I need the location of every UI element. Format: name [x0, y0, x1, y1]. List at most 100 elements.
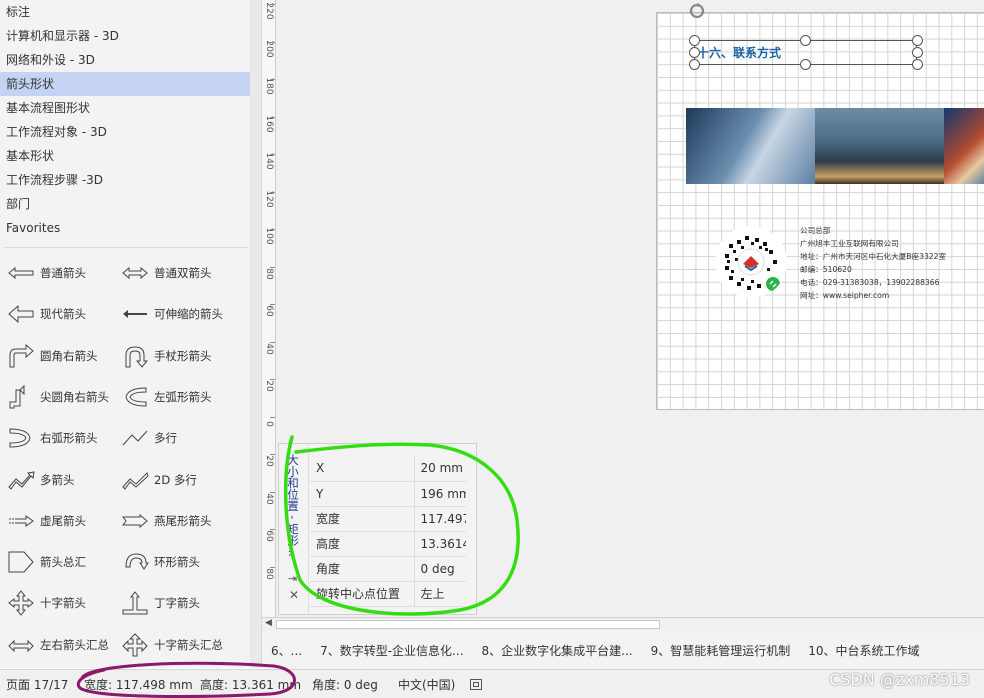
status-angle[interactable]: 角度: 0 deg — [312, 676, 398, 693]
property-value[interactable]: 117.497 — [413, 506, 466, 532]
stencil-category[interactable]: 网络和外设 - 3D — [0, 48, 250, 72]
close-icon[interactable]: ✕ — [289, 588, 299, 602]
shape-flexible-arrow[interactable]: 可伸缩的箭头 — [120, 295, 223, 333]
shape-label: 右弧形箭头 — [40, 431, 98, 446]
shape-simple-arrow[interactable]: 普通箭头 — [6, 254, 86, 292]
shape-dashed-tail-arrow[interactable]: 虚尾箭头 — [6, 502, 86, 540]
selection-handle[interactable] — [689, 35, 700, 46]
shape-modern-arrow[interactable]: 现代箭头 — [6, 295, 86, 333]
shape-double-arrow[interactable]: 普通双箭头 — [120, 254, 212, 292]
shape-multi-arrow[interactable]: 多箭头 — [6, 461, 75, 499]
property-value[interactable]: 0 deg — [413, 556, 466, 582]
page-tab[interactable]: 7、数字转型-企业信息化... — [311, 642, 472, 659]
shape-rounded-right-arrow[interactable]: 圆角右箭头 — [6, 337, 98, 375]
page-tab[interactable]: 6、... — [262, 642, 311, 659]
ruler-tick-label: 80 — [264, 567, 274, 580]
shape-cross-arrow-summary[interactable]: 十字箭头汇总 — [120, 626, 223, 664]
shape-right-arc-arrow[interactable]: 右弧形箭头 — [6, 419, 98, 457]
rotate-handle-icon[interactable] — [687, 1, 707, 21]
drawing-page[interactable]: 十六、联系方式 公司总部 广州旭丰工业互联网有限公司 地址：广州市天河区中石化大… — [656, 3, 984, 410]
shape-label: 普通箭头 — [40, 266, 86, 280]
shape-multi-line[interactable]: 多行 — [120, 419, 177, 457]
left-right-arrow-icon — [8, 639, 34, 652]
status-width[interactable]: 宽度: 117.498 mm — [84, 676, 200, 693]
stencil-category[interactable]: Favorites — [0, 216, 250, 240]
property-label: 高度 — [310, 531, 414, 557]
ruler-tick-label: 100 — [264, 227, 274, 245]
shape-sharp-right-arrow[interactable]: 尖圆角右箭头 — [6, 378, 109, 416]
shape-left-arc-arrow[interactable]: 左弧形箭头 — [120, 378, 212, 416]
ruler-tick-label: 60 — [264, 305, 274, 317]
property-value[interactable]: 196 mm — [413, 481, 466, 507]
selection-handle[interactable] — [689, 47, 700, 58]
status-language[interactable]: 中文(中国) — [398, 676, 470, 693]
shape-multi-line-2d[interactable]: 2D 多行 — [120, 461, 197, 499]
multi-arrow-icon — [8, 470, 35, 490]
stencil-category[interactable]: 工作流程对象 - 3D — [0, 120, 250, 144]
right-arc-arrow-icon — [9, 428, 31, 448]
cross-arrow-summary-icon — [122, 632, 148, 657]
shape-left-right-arrow[interactable]: 左右箭头汇总 — [6, 626, 109, 664]
multi-line-icon — [122, 430, 148, 446]
selection-handle[interactable] — [800, 59, 811, 70]
property-value[interactable]: 20 mm — [413, 456, 466, 482]
ruler-tick-label: 180 — [264, 77, 274, 95]
page-tabs: 6、... 7、数字转型-企业信息化... 8、企业数字化集成平台建... 9、智慧能… — [262, 631, 984, 669]
selection-handle[interactable] — [912, 59, 923, 70]
company-info-line: 邮编：510620 — [800, 265, 852, 274]
selection-handle[interactable] — [689, 59, 700, 70]
horizontal-scrollbar-thumb[interactable] — [276, 620, 660, 629]
status-height[interactable]: 高度: 13.361 mm — [200, 676, 312, 693]
shape-label: 普通双箭头 — [154, 266, 212, 280]
modern-arrow-icon — [8, 305, 34, 324]
stencil-category[interactable]: 基本形状 — [0, 144, 250, 168]
stencil-category[interactable]: 工作流程步骤 -3D — [0, 168, 250, 192]
stencil-category[interactable]: 基本流程图形状 — [0, 96, 250, 120]
ruler-tick-label: 200 — [264, 39, 274, 58]
shape-label: 可伸缩的箭头 — [154, 307, 223, 322]
pin-icon[interactable]: ⇥ — [288, 572, 297, 585]
property-value[interactable]: 13.3614 — [413, 531, 466, 557]
stencil-category[interactable]: 箭头形状 — [0, 72, 250, 96]
ruler-tick-label: 0 — [264, 420, 274, 427]
status-page[interactable]: 页面 17/17 — [6, 676, 84, 693]
property-value[interactable]: 左上 — [413, 581, 466, 607]
horizontal-scrollbar[interactable]: ◀ — [262, 617, 984, 631]
shape-cane-arrow[interactable]: 手杖形箭头 — [120, 337, 212, 375]
shape-t-arrow[interactable]: 丁字箭头 — [120, 584, 200, 622]
selection-handle[interactable] — [800, 35, 811, 46]
circular-arrow-icon — [125, 553, 149, 570]
page-tab[interactable]: 9、智慧能耗管理运行机制 — [642, 642, 800, 659]
shape-cross-arrow[interactable]: 十字箭头 — [6, 584, 86, 622]
size-panel-title: 大小和位置 - 矩形... — [286, 454, 300, 557]
shape-swallowtail-arrow[interactable]: 燕尾形箭头 — [120, 502, 212, 540]
scroll-left-icon[interactable]: ◀ — [265, 618, 272, 628]
simple-arrow-icon — [8, 266, 34, 280]
selection-handle[interactable] — [912, 35, 923, 46]
shape-label: 左弧形箭头 — [154, 389, 212, 404]
page-tab[interactable]: 10、中台系统工作域 — [799, 642, 928, 659]
page-tab[interactable]: 8、企业数字化集成平台建... — [473, 642, 642, 659]
csdn-watermark: CSDN @zxm8513 — [829, 670, 970, 689]
size-panel-tab[interactable]: 大小和位置 - 矩形... ⇥ ✕ — [279, 444, 309, 616]
cross-arrow-icon — [8, 590, 34, 617]
cane-arrow-icon — [125, 346, 149, 368]
shape-label: 环形箭头 — [154, 555, 200, 570]
stencil-category[interactable]: 计算机和显示器 - 3D — [0, 24, 250, 48]
shapes-panel-scrollbar[interactable] — [250, 0, 261, 668]
stencil-category[interactable]: 部门 — [0, 192, 250, 216]
shape-label: 现代箭头 — [40, 307, 86, 322]
shape-label: 十字箭头 — [40, 596, 86, 611]
shape-arrow-pentagon[interactable]: 箭头总汇 — [6, 543, 86, 581]
double-arrow-icon — [122, 266, 148, 280]
property-label: 宽度 — [310, 506, 414, 532]
stencil-category[interactable]: 标注 — [0, 0, 250, 24]
ruler-tick-label: 120 — [264, 189, 274, 208]
shape-circular-arrow[interactable]: 环形箭头 — [120, 543, 200, 581]
selection-handle[interactable] — [912, 47, 923, 58]
ruler-tick-label: 20 — [264, 380, 274, 392]
company-info-line: 广州旭丰工业互联网有限公司 — [800, 239, 899, 248]
shape-label: 虚尾箭头 — [40, 513, 86, 528]
left-arc-arrow-icon — [125, 387, 147, 407]
macro-record-icon[interactable] — [470, 678, 482, 690]
